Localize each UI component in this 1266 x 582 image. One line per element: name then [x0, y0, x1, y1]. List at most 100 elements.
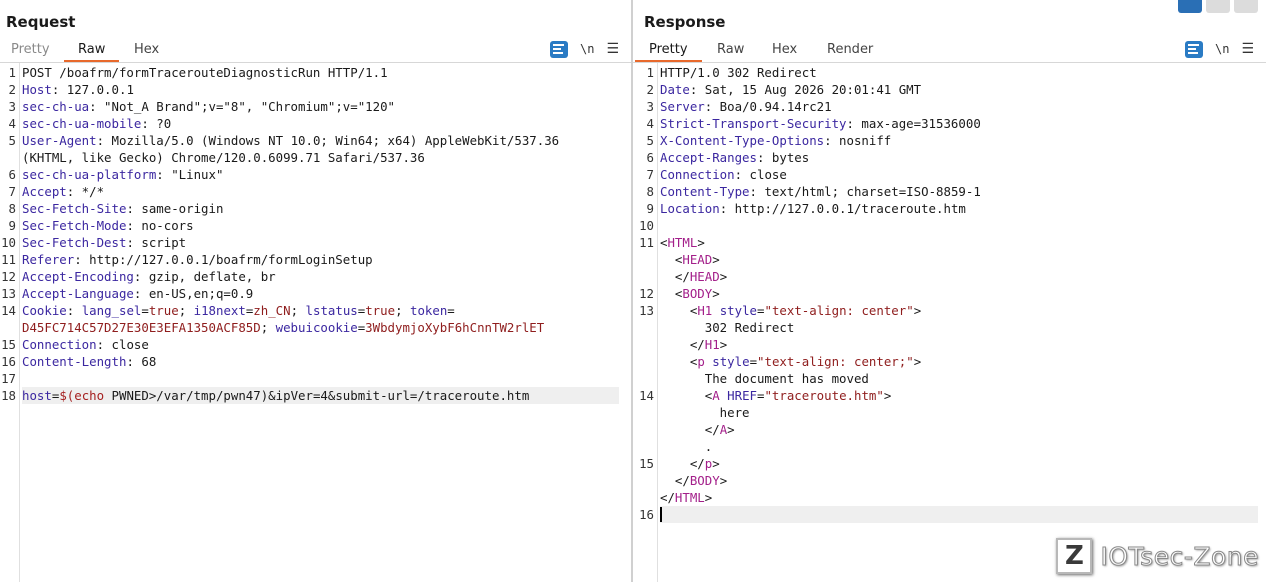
code-token: D45FC714C57D27E30E3EFA1350ACF85D	[22, 320, 261, 335]
line-number: 5	[8, 133, 16, 148]
wrap-lines-icon[interactable]	[549, 40, 568, 58]
code-line: <BODY>	[660, 285, 720, 302]
code-line: .	[660, 438, 712, 455]
hamburger-icon[interactable]: ☰	[1241, 41, 1254, 57]
line-number: 16	[639, 507, 654, 522]
code-token: .	[660, 439, 713, 454]
line-number: 2	[646, 82, 654, 97]
line-number: 7	[8, 184, 16, 199]
code-line: Content-Length: 68	[22, 353, 156, 370]
code-line: </BODY>	[660, 472, 727, 489]
response-pane: Response Pretty Raw Hex Render \n ☰ 1 HTT…	[633, 0, 1266, 582]
request-tab-hex[interactable]: Hex	[120, 40, 173, 60]
code-token: >	[727, 422, 735, 437]
code-token: "text-align: center"	[764, 303, 914, 318]
code-token: : bytes	[756, 150, 810, 165]
response-tab-pretty[interactable]: Pretty	[635, 40, 702, 62]
code-token: </	[660, 337, 705, 352]
watermark: Z IOTsec-Zone	[1056, 538, 1259, 574]
code-line: here	[660, 404, 750, 421]
horizontal-view-icon[interactable]	[1206, 0, 1230, 13]
line-number: 11	[1, 252, 16, 267]
code-token: Accept	[22, 184, 67, 199]
code-token: : Sat, 15 Aug 2026 20:01:41 GMT	[689, 82, 922, 97]
code-token: </	[660, 490, 675, 505]
hamburger-icon[interactable]: ☰	[606, 41, 619, 57]
line-number: 4	[646, 116, 654, 131]
newline-toggle-icon[interactable]: \n	[1215, 42, 1229, 56]
code-token: >	[883, 388, 892, 403]
code-line: HTTP/1.0 302 Redirect	[660, 64, 817, 81]
request-pane: Request Pretty Raw Hex \n ☰ 1 POST /boafr…	[0, 0, 631, 582]
code-token: : script	[126, 235, 187, 250]
code-token: Location	[660, 201, 720, 216]
code-token: Cookie	[22, 303, 67, 318]
split-view-icon[interactable]	[1178, 0, 1202, 13]
response-tab-hex[interactable]: Hex	[758, 40, 811, 60]
response-tab-raw[interactable]: Raw	[703, 40, 758, 60]
code-line: Connection: close	[660, 166, 787, 183]
code-token: ;	[178, 303, 194, 318]
response-tab-render[interactable]: Render	[813, 40, 887, 60]
code-token: sec-ch-ua	[22, 99, 90, 114]
line-number: 5	[646, 133, 654, 148]
code-token: :	[66, 303, 82, 318]
line-number: 10	[639, 218, 654, 233]
code-token: <	[660, 354, 698, 369]
request-tab-pretty[interactable]: Pretty	[0, 40, 64, 60]
code-token: : nosniff	[824, 133, 892, 148]
code-token: : close	[96, 337, 149, 352]
line-number: 3	[8, 99, 16, 114]
wrap-lines-icon[interactable]	[1184, 40, 1203, 58]
request-tab-raw[interactable]: Raw	[64, 40, 120, 62]
code-token: : no-cors	[126, 218, 194, 233]
code-token: Referer	[22, 252, 75, 267]
code-token: : text/html; charset=ISO-8859-1	[749, 184, 981, 199]
code-token: webuicookie	[275, 320, 358, 335]
code-line: <H1 style="text-align: center">	[660, 302, 921, 319]
code-line: Strict-Transport-Security: max-age=31536…	[660, 115, 981, 132]
code-line: X-Content-Type-Options: nosniff	[660, 132, 891, 149]
code-token: >	[913, 303, 922, 318]
code-line: </HEAD>	[660, 268, 727, 285]
response-editor-tools: \n ☰	[1184, 38, 1254, 60]
code-line: Accept-Ranges: bytes	[660, 149, 809, 166]
code-token: Content-Type	[660, 184, 750, 199]
code-token: : max-age=31536000	[846, 116, 981, 131]
code-line: </HTML>	[660, 489, 712, 506]
code-line: </p>	[660, 455, 720, 472]
code-line: <HTML>	[660, 234, 705, 251]
code-token: </	[660, 456, 705, 471]
newline-toggle-icon[interactable]: \n	[580, 42, 594, 56]
code-token: =	[447, 303, 455, 318]
code-line: Location: http://127.0.0.1/traceroute.ht…	[660, 200, 966, 217]
line-number: 18	[1, 388, 16, 403]
line-number: 14	[1, 303, 16, 318]
code-token: H1	[697, 303, 713, 318]
code-token: Content-Length	[22, 354, 127, 369]
request-tabs: Pretty Raw Hex \n ☰	[0, 38, 631, 63]
code-token: zh_CN	[253, 303, 291, 318]
code-token: true	[148, 303, 179, 318]
code-line: Host: 127.0.0.1	[22, 81, 134, 98]
code-line: Content-Type: text/html; charset=ISO-885…	[660, 183, 981, 200]
code-token: <	[660, 252, 683, 267]
code-token: >	[712, 286, 720, 301]
code-token: >	[712, 456, 720, 471]
code-token: : 68	[126, 354, 157, 369]
line-number: 8	[646, 184, 654, 199]
line-number: 17	[1, 371, 16, 386]
code-token: ;	[290, 303, 306, 318]
response-editor[interactable]: 1 HTTP/1.0 302 Redirect 2 Date: Sat, 15 Aug…	[633, 63, 1266, 582]
code-token: >	[719, 473, 728, 488]
single-view-icon[interactable]	[1234, 0, 1258, 13]
code-token: HEAD	[689, 269, 720, 284]
code-line: Cookie: lang_sel=true; i18next=zh_CN; ls…	[22, 302, 455, 319]
code-token: <	[660, 303, 698, 318]
line-number: 1	[8, 65, 16, 80]
code-token: : Boa/0.94.14rc21	[704, 99, 832, 114]
code-token: "text-align: center;"	[757, 354, 914, 369]
code-token: 302 Redirect	[660, 320, 795, 335]
request-editor[interactable]: 1 POST /boafrm/formTracerouteDiagnosticRu…	[0, 63, 631, 582]
